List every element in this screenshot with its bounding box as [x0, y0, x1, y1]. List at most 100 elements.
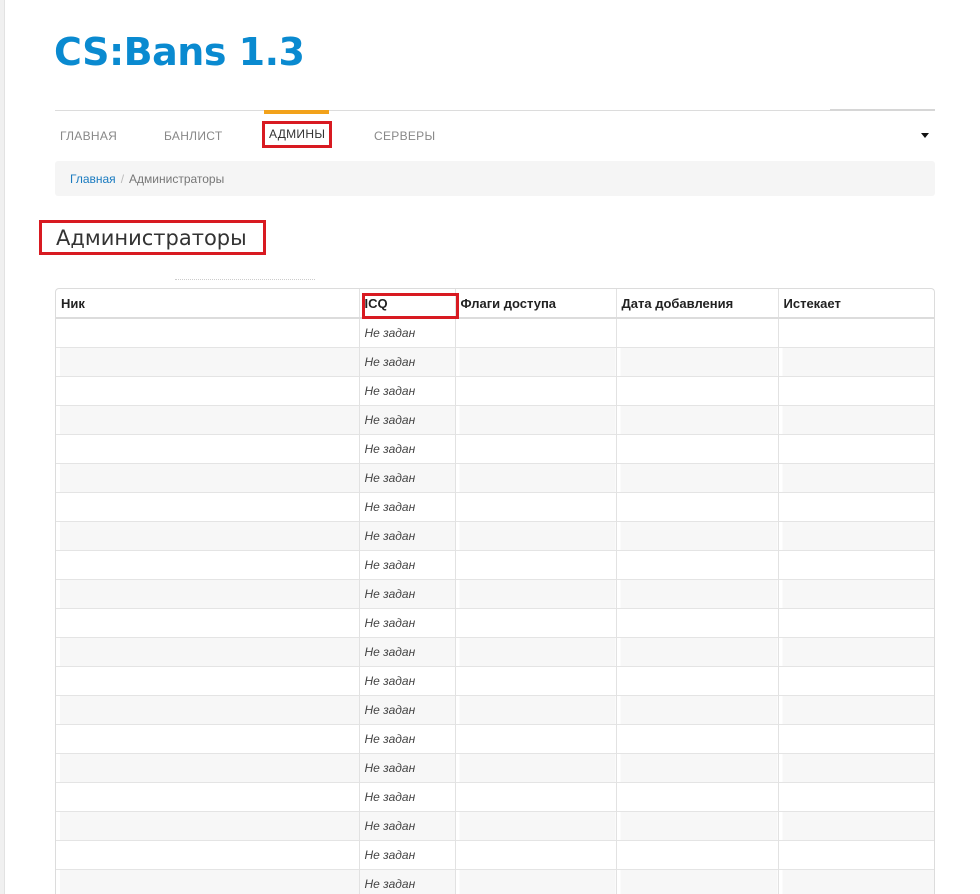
cell-expires	[777, 346, 934, 376]
cell-flags	[454, 752, 616, 782]
header-flags[interactable]: Флаги доступа	[454, 289, 616, 319]
cell-expires	[777, 404, 934, 434]
cell-icq: Не задан	[358, 665, 455, 695]
cell-nick	[56, 433, 359, 463]
cell-expires	[777, 607, 934, 637]
cell-flags	[454, 433, 616, 463]
cell-nick	[56, 375, 359, 405]
nav-item-servers[interactable]: СЕРВЕРЫ	[374, 129, 435, 143]
page-left-edge	[0, 0, 5, 894]
cell-flags	[454, 665, 616, 695]
nav-item-banlist[interactable]: БАНЛИСТ	[164, 129, 222, 143]
table-row[interactable]: Не задан	[56, 520, 934, 550]
main-nav: ГЛАВНАЯ БАНЛИСТ АДМИНЫ СЕРВЕРЫ	[55, 120, 935, 152]
cell-added	[615, 839, 778, 869]
cell-icq: Не задан	[358, 520, 455, 550]
table-row[interactable]: Не задан	[56, 549, 934, 579]
cell-expires	[777, 752, 934, 782]
cell-flags	[454, 520, 616, 550]
breadcrumb-separator: /	[120, 172, 125, 186]
cell-flags	[454, 346, 616, 376]
cell-nick	[56, 636, 359, 666]
cell-nick	[56, 346, 359, 376]
nav-active-indicator	[264, 110, 329, 114]
header-nick[interactable]: Ник	[56, 289, 359, 319]
cell-added	[615, 491, 778, 521]
nav-item-home[interactable]: ГЛАВНАЯ	[60, 129, 117, 143]
cell-expires	[777, 868, 934, 894]
table-row[interactable]: Не задан	[56, 404, 934, 434]
cell-expires	[777, 665, 934, 695]
header-expires[interactable]: Истекает	[777, 289, 934, 319]
cell-flags	[454, 375, 616, 405]
cell-icq: Не задан	[358, 636, 455, 666]
table-row[interactable]: Не задан	[56, 839, 934, 869]
header-added[interactable]: Дата добавления	[615, 289, 778, 319]
cell-expires	[777, 491, 934, 521]
cell-nick	[56, 578, 359, 608]
cell-added	[615, 694, 778, 724]
cell-icq: Не задан	[358, 810, 455, 840]
table-row[interactable]: Не задан	[56, 723, 934, 753]
table-row[interactable]: Не задан	[56, 317, 934, 347]
cell-expires	[777, 781, 934, 811]
cell-added	[615, 375, 778, 405]
cell-flags	[454, 694, 616, 724]
cell-nick	[56, 549, 359, 579]
table-row[interactable]: Не задан	[56, 868, 934, 894]
cell-flags	[454, 810, 616, 840]
cell-nick	[56, 491, 359, 521]
cell-icq: Не задан	[358, 868, 455, 894]
cell-added	[615, 665, 778, 695]
breadcrumb-home-link[interactable]: Главная	[70, 172, 116, 186]
cell-icq: Не задан	[358, 346, 455, 376]
cell-expires	[777, 375, 934, 405]
cell-icq: Не задан	[358, 694, 455, 724]
cell-nick	[56, 781, 359, 811]
nav-item-admins[interactable]: АДМИНЫ	[261, 121, 333, 148]
page-title: Администраторы	[39, 220, 266, 255]
admins-table: Ник ICQ Флаги доступа Дата добавления Ис…	[55, 288, 935, 894]
table-row[interactable]: Не задан	[56, 607, 934, 637]
table-row[interactable]: Не задан	[56, 636, 934, 666]
cell-icq: Не задан	[358, 549, 455, 579]
cell-icq: Не задан	[358, 752, 455, 782]
nav-divider-right	[830, 109, 935, 111]
cell-nick	[56, 839, 359, 869]
cell-nick	[56, 607, 359, 637]
cell-added	[615, 404, 778, 434]
table-row[interactable]: Не задан	[56, 665, 934, 695]
cell-expires	[777, 520, 934, 550]
cell-icq: Не задан	[358, 491, 455, 521]
cell-added	[615, 462, 778, 492]
cell-flags	[454, 578, 616, 608]
table-row[interactable]: Не задан	[56, 375, 934, 405]
cell-flags	[454, 607, 616, 637]
cell-added	[615, 346, 778, 376]
table-row[interactable]: Не задан	[56, 433, 934, 463]
table-row[interactable]: Не задан	[56, 781, 934, 811]
cell-flags	[454, 317, 616, 347]
dropdown-caret-icon[interactable]	[921, 133, 929, 138]
cell-icq: Не задан	[358, 578, 455, 608]
table-row[interactable]: Не задан	[56, 810, 934, 840]
header-icq[interactable]: ICQ	[358, 289, 459, 319]
cell-icq: Не задан	[358, 375, 455, 405]
cell-added	[615, 752, 778, 782]
table-row[interactable]: Не задан	[56, 752, 934, 782]
cell-nick	[56, 694, 359, 724]
cell-nick	[56, 868, 359, 894]
table-row[interactable]: Не задан	[56, 462, 934, 492]
cell-flags	[454, 404, 616, 434]
cell-flags	[454, 491, 616, 521]
table-row[interactable]: Не задан	[56, 694, 934, 724]
cell-nick	[56, 752, 359, 782]
site-logo[interactable]: CS:Bans 1.3	[54, 30, 305, 74]
cell-flags	[454, 462, 616, 492]
table-row[interactable]: Не задан	[56, 346, 934, 376]
table-row[interactable]: Не задан	[56, 578, 934, 608]
cell-flags	[454, 839, 616, 869]
table-row[interactable]: Не задан	[56, 491, 934, 521]
cell-nick	[56, 317, 359, 347]
breadcrumb: Главная / Администраторы	[55, 161, 935, 196]
